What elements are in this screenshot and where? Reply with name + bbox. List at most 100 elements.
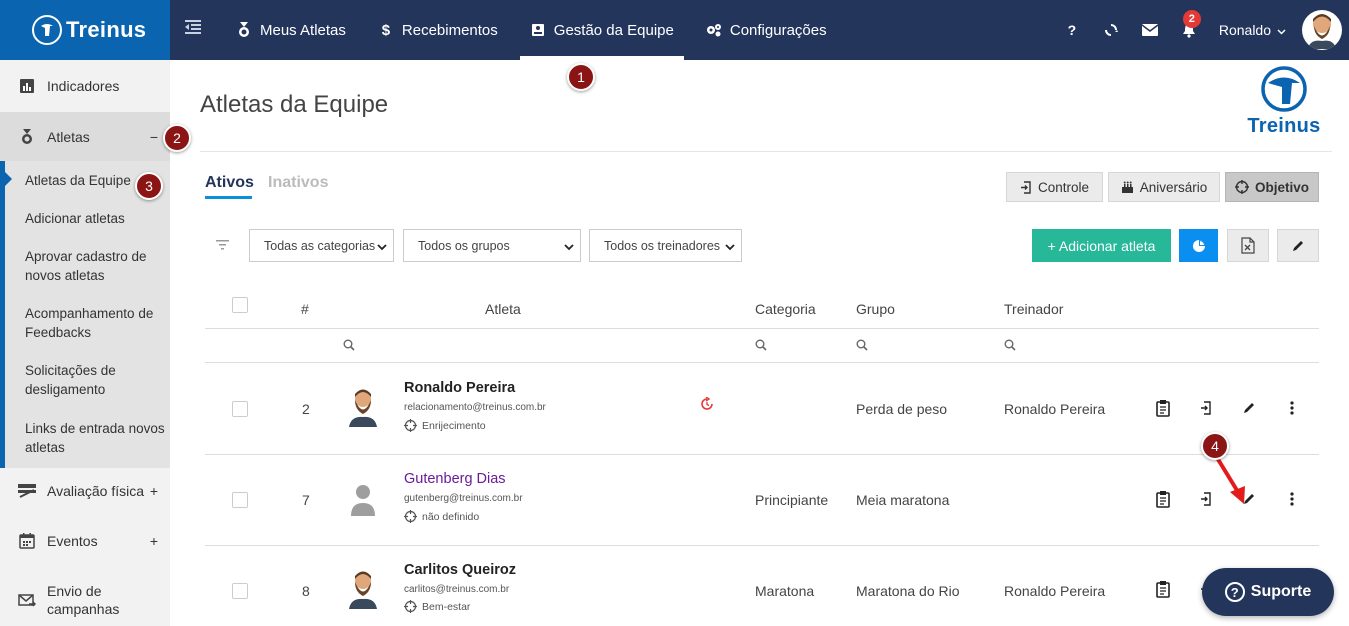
- step-marker-3: 3: [135, 172, 163, 200]
- sidebar-item-label: Eventos: [47, 533, 98, 549]
- sidebar-item-atletas[interactable]: Atletas −: [0, 112, 170, 161]
- user-menu[interactable]: Ronaldo: [1219, 22, 1286, 38]
- nav-recebimentos[interactable]: $ Recebimentos: [368, 0, 508, 60]
- submenu-acompanhamento-feedbacks[interactable]: Acompanhamento de Feedbacks: [25, 304, 165, 342]
- categorias-select[interactable]: Todas as categorias: [249, 229, 394, 262]
- select-value: Todos os treinadores: [604, 238, 721, 253]
- athlete-email: carlitos@treinus.com.br: [404, 584, 510, 595]
- cell-treinador: Ronaldo Pereira: [1004, 583, 1106, 599]
- sidebar-item-label: Envio de campanhas: [47, 583, 120, 617]
- nav-meus-atletas[interactable]: Meus Atletas: [226, 0, 356, 60]
- row-checkbox[interactable]: [232, 401, 248, 417]
- user-avatar[interactable]: [1302, 10, 1342, 50]
- athlete-email: relacionamento@treinus.com.br: [404, 402, 546, 413]
- submenu-aprovar-cadastro[interactable]: Aprovar cadastro de novos atletas: [25, 247, 165, 285]
- dollar-icon: $: [381, 21, 391, 39]
- edit-athlete-pencil-icon[interactable]: [1240, 399, 1258, 417]
- athlete-avatar-default[interactable]: [345, 478, 381, 518]
- button-label: Objetivo: [1254, 179, 1309, 195]
- pie-chart-button[interactable]: [1179, 229, 1218, 262]
- sidebar-item-indicadores[interactable]: Indicadores: [0, 60, 170, 112]
- collapse-sign[interactable]: −: [150, 129, 158, 145]
- pencil-icon: [1293, 240, 1303, 251]
- bell-icon[interactable]: 2: [1179, 10, 1201, 40]
- sidebar-item-eventos[interactable]: Eventos +: [0, 520, 170, 562]
- collapse-menu-icon[interactable]: [184, 18, 204, 42]
- excel-file-icon: [1241, 237, 1255, 254]
- athlete-email: gutenberg@treinus.com.br: [404, 493, 523, 504]
- column-header-atleta[interactable]: Atleta: [485, 301, 521, 317]
- nav-label: Recebimentos: [401, 21, 498, 39]
- notification-badge: 2: [1182, 10, 1201, 28]
- mail-icon[interactable]: [1140, 20, 1160, 40]
- table-divider: [205, 362, 1319, 363]
- sidebar-item-label: Indicadores: [47, 78, 120, 94]
- controle-button[interactable]: Controle: [1006, 172, 1103, 202]
- treinadores-select[interactable]: Todos os treinadores: [589, 229, 742, 262]
- active-indicator-icon: [5, 172, 12, 186]
- nav-configuracoes[interactable]: Configurações: [696, 0, 837, 60]
- athlete-goal: Enrijecimento: [404, 419, 486, 432]
- goal-label: não definido: [422, 510, 480, 523]
- support-button[interactable]: ? Suporte: [1202, 568, 1334, 616]
- clipboard-icon[interactable]: [1154, 490, 1172, 508]
- question-circle-icon: ?: [1224, 582, 1245, 602]
- calendar-icon: [18, 532, 36, 550]
- goal-label: Bem-estar: [422, 600, 471, 613]
- submenu-links-entrada[interactable]: Links de entrada novos atletas: [25, 419, 165, 457]
- nav-gestao-equipe[interactable]: Gestão da Equipe: [519, 0, 684, 60]
- select-value: Todas as categorias: [264, 238, 376, 253]
- athlete-name[interactable]: Carlitos Queiroz: [404, 562, 516, 578]
- search-icon[interactable]: [1004, 338, 1016, 356]
- tab-ativos[interactable]: Ativos: [205, 174, 254, 192]
- aniversario-button[interactable]: Aniversário: [1108, 172, 1220, 202]
- cell-grupo: Meia maratona: [856, 492, 950, 508]
- expand-sign[interactable]: +: [150, 533, 158, 549]
- clipboard-icon[interactable]: [1154, 580, 1172, 598]
- athlete-goal: Bem-estar: [404, 600, 470, 613]
- top-right-tools: ? 2 Ronaldo: [1062, 0, 1349, 60]
- sidebar-item-avaliacao[interactable]: Avaliação física +: [0, 470, 170, 512]
- column-header-categoria[interactable]: Categoria: [755, 301, 816, 317]
- athlete-name[interactable]: Gutenberg Dias: [404, 471, 506, 487]
- more-options-icon[interactable]: [1283, 490, 1301, 508]
- row-checkbox[interactable]: [232, 492, 248, 508]
- search-icon[interactable]: [856, 338, 868, 356]
- submenu-adicionar-atletas[interactable]: Adicionar atletas: [25, 209, 165, 228]
- athlete-avatar[interactable]: [345, 569, 381, 609]
- grupos-select[interactable]: Todos os grupos: [403, 229, 581, 262]
- edit-bulk-button[interactable]: [1277, 229, 1319, 262]
- top-navbar: Treinus Meus Atletas $ Recebimentos Gest…: [0, 0, 1349, 60]
- treinus-logo[interactable]: Treinus: [0, 0, 170, 60]
- sign-in-icon: [1020, 180, 1032, 194]
- row-checkbox[interactable]: [232, 583, 248, 599]
- cell-categoria: Maratona: [755, 583, 815, 599]
- search-icon[interactable]: [343, 338, 355, 356]
- sidebar-item-envio[interactable]: Envio de campanhas: [0, 578, 170, 622]
- sign-in-icon[interactable]: [1197, 399, 1215, 417]
- brand-logo: Treinus: [1243, 66, 1325, 138]
- export-excel-button[interactable]: [1227, 229, 1269, 262]
- renew-icon[interactable]: [698, 395, 716, 413]
- column-header-num[interactable]: #: [301, 301, 309, 317]
- submenu-solicitacoes-desligamento[interactable]: Solicitações de desligamento: [25, 361, 165, 399]
- sync-icon[interactable]: [1101, 20, 1121, 40]
- nav-label: Configurações: [729, 21, 827, 39]
- add-athlete-button[interactable]: + Adicionar atleta: [1032, 229, 1171, 262]
- expand-sign[interactable]: +: [150, 483, 158, 499]
- help-icon[interactable]: ?: [1062, 20, 1082, 40]
- athlete-avatar[interactable]: [345, 387, 381, 427]
- column-header-treinador[interactable]: Treinador: [1004, 301, 1063, 317]
- more-options-icon[interactable]: [1283, 399, 1301, 417]
- column-header-grupo[interactable]: Grupo: [856, 301, 895, 317]
- objetivo-button[interactable]: Objetivo: [1225, 172, 1319, 202]
- medal-icon: [18, 128, 36, 146]
- clipboard-icon[interactable]: [1154, 399, 1172, 417]
- search-icon[interactable]: [755, 338, 767, 356]
- select-all-checkbox[interactable]: [232, 297, 248, 313]
- step-marker-4: 4: [1201, 432, 1229, 460]
- header-divider: [200, 151, 1332, 152]
- athlete-name[interactable]: Ronaldo Pereira: [404, 380, 515, 396]
- tab-inativos[interactable]: Inativos: [268, 174, 328, 192]
- nav-label: Meus Atletas: [260, 21, 346, 39]
